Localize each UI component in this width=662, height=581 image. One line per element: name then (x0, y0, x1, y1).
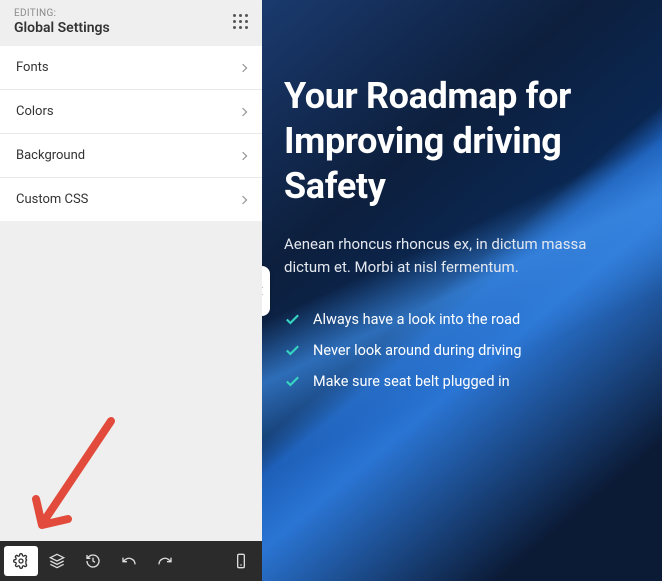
panel-collapse-handle[interactable] (262, 266, 270, 316)
preview-pane: Your Roadmap for Improving driving Safet… (262, 0, 662, 581)
menu-item-label: Fonts (16, 60, 49, 75)
hero-content: Your Roadmap for Improving driving Safet… (262, 0, 662, 397)
checklist-text: Make sure seat belt plugged in (313, 373, 510, 390)
checklist-item: Always have a look into the road (284, 304, 634, 335)
chevron-right-icon (239, 195, 247, 203)
panel-title: Global Settings (14, 20, 110, 36)
sidebar-header: EDITING: Global Settings (0, 0, 262, 46)
settings-menu: Fonts Colors Background Custom CSS (0, 46, 262, 221)
chevron-right-icon (239, 151, 247, 159)
check-icon (284, 373, 301, 390)
menu-item-label: Colors (16, 104, 54, 119)
menu-item-background[interactable]: Background (0, 134, 262, 178)
chevron-right-icon (239, 107, 247, 115)
hero-checklist: Always have a look into the road Never l… (284, 304, 634, 397)
menu-item-custom-css[interactable]: Custom CSS (0, 178, 262, 221)
menu-item-colors[interactable]: Colors (0, 90, 262, 134)
layers-icon (49, 553, 65, 569)
settings-button[interactable] (4, 546, 38, 576)
editor-sidebar: EDITING: Global Settings Fonts Colors Ba… (0, 0, 262, 581)
check-icon (284, 342, 301, 359)
header-text: EDITING: Global Settings (14, 8, 110, 36)
menu-item-fonts[interactable]: Fonts (0, 46, 262, 90)
checklist-text: Never look around during driving (313, 342, 521, 359)
undo-button[interactable] (112, 546, 146, 576)
layers-button[interactable] (40, 546, 74, 576)
apps-grid-icon[interactable] (233, 14, 248, 29)
responsive-mobile-button[interactable] (224, 546, 258, 576)
chevron-right-icon (239, 63, 247, 71)
hero-description: Aenean rhoncus rhoncus ex, in dictum mas… (284, 233, 634, 280)
gear-icon (13, 553, 29, 569)
editing-label: EDITING: (14, 8, 110, 19)
sidebar-footer (0, 541, 262, 581)
hero-title: Your Roadmap for Improving driving Safet… (284, 74, 634, 209)
undo-icon (121, 553, 137, 569)
menu-item-label: Custom CSS (16, 192, 88, 207)
check-icon (284, 311, 301, 328)
chevron-left-icon (262, 286, 266, 294)
checklist-text: Always have a look into the road (313, 311, 520, 328)
menu-item-label: Background (16, 148, 85, 163)
redo-button[interactable] (148, 546, 182, 576)
history-button[interactable] (76, 546, 110, 576)
sidebar-spacer (0, 221, 262, 541)
mobile-icon (233, 553, 249, 569)
checklist-item: Make sure seat belt plugged in (284, 366, 634, 397)
redo-icon (157, 553, 173, 569)
history-icon (85, 553, 101, 569)
checklist-item: Never look around during driving (284, 335, 634, 366)
